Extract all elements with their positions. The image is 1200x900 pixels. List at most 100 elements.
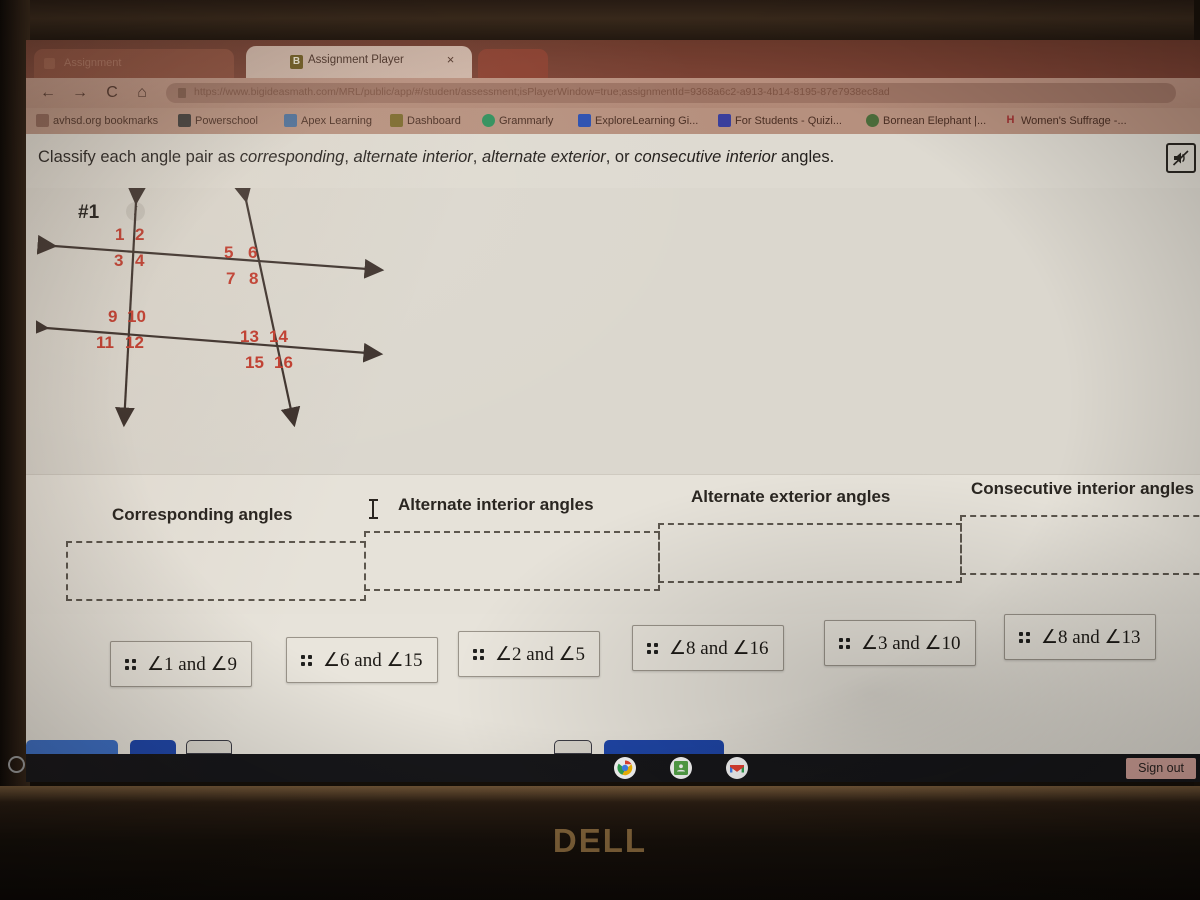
angle-label-3: 3 bbox=[114, 251, 123, 270]
background-tab-favicon bbox=[44, 58, 55, 69]
term-alternate-exterior: alternate exterior bbox=[481, 148, 606, 166]
answer-tile-tray: ∠1 and ∠9 ∠6 and ∠15 ∠2 and ∠5 ∠8 and ∠1… bbox=[26, 614, 1200, 754]
tile-8-and-13[interactable]: ∠8 and ∠13 bbox=[1004, 614, 1156, 660]
chrome-icon[interactable] bbox=[614, 757, 636, 779]
dropzone-alternate-interior[interactable] bbox=[364, 531, 660, 591]
window-preview-4[interactable] bbox=[554, 740, 592, 754]
bookmarks-bar: avhsd.org bookmarks Powerschool Apex Lea… bbox=[26, 108, 1200, 134]
tile-label: ∠2 and ∠5 bbox=[495, 643, 585, 665]
active-tab-title: Assignment Player bbox=[308, 54, 404, 66]
bookmark-powerschool[interactable]: Powerschool bbox=[178, 112, 258, 130]
window-preview-2[interactable] bbox=[130, 740, 176, 754]
background-tab[interactable]: Assignment bbox=[34, 49, 234, 78]
angle-label-4: 4 bbox=[135, 251, 145, 270]
text-cursor bbox=[369, 499, 378, 519]
bookmark-bornean-elephant[interactable]: Bornean Elephant |... bbox=[866, 112, 986, 130]
bookmark-apex-learning[interactable]: Apex Learning bbox=[284, 112, 372, 130]
drag-handle-icon[interactable] bbox=[301, 654, 312, 666]
history-icon: H bbox=[1004, 114, 1017, 127]
tile-8-and-16[interactable]: ∠8 and ∠16 bbox=[632, 625, 784, 671]
dashboard-icon bbox=[390, 114, 403, 127]
drag-handle-icon[interactable] bbox=[125, 658, 136, 670]
bigideasmath-favicon: B bbox=[290, 55, 303, 69]
tile-3-and-10[interactable]: ∠3 and ∠10 bbox=[824, 620, 976, 666]
prompt-suffix: angles. bbox=[776, 148, 835, 166]
bookmark-womens-suffrage[interactable]: H Women's Suffrage -... bbox=[1004, 112, 1127, 130]
chromeos-shelf: Sign out bbox=[26, 740, 1200, 782]
bookmark-quizizz[interactable]: For Students - Quizi... bbox=[718, 112, 842, 130]
tile-label: ∠6 and ∠15 bbox=[323, 649, 423, 671]
close-icon[interactable]: × bbox=[443, 53, 458, 68]
speaker-muted-icon[interactable] bbox=[1166, 143, 1196, 173]
reload-icon[interactable]: C bbox=[102, 83, 122, 103]
dell-logo: DELL bbox=[552, 822, 648, 859]
dropzone-consecutive-interior[interactable] bbox=[960, 515, 1200, 575]
drag-handle-icon[interactable] bbox=[647, 642, 658, 654]
bookmark-grammarly[interactable]: Grammarly bbox=[482, 112, 553, 130]
bookmark-label: Grammarly bbox=[499, 115, 554, 127]
question-prompt-bar: Classify each angle pair as correspondin… bbox=[26, 134, 1200, 188]
bookmark-label: avhsd.org bookmarks bbox=[53, 115, 159, 127]
drag-handle-icon[interactable] bbox=[839, 637, 850, 649]
category-title-consecutive-interior: Consecutive interior angles bbox=[971, 479, 1194, 498]
term-corresponding: corresponding bbox=[239, 148, 345, 166]
forward-icon[interactable]: → bbox=[70, 83, 90, 103]
angle-label-15: 15 bbox=[245, 353, 264, 372]
bookmark-dashboard[interactable]: Dashboard bbox=[390, 112, 461, 130]
line-upper-parallel bbox=[36, 234, 385, 279]
bookmark-label: Powerschool bbox=[195, 115, 258, 127]
window-preview-3[interactable] bbox=[186, 740, 232, 754]
address-bar[interactable]: https://www.bigideasmath.com/MRL/public/… bbox=[166, 83, 1176, 103]
chromebook-screen: Assignment B Assignment Player × ← → C ⌂… bbox=[26, 40, 1200, 782]
bookmark-label: Bornean Elephant |... bbox=[883, 115, 987, 127]
tile-label: ∠8 and ∠13 bbox=[1041, 626, 1141, 648]
dropzone-corresponding[interactable] bbox=[66, 541, 366, 601]
diagram-panel: #1 i 1 bbox=[26, 188, 1200, 506]
window-preview-5[interactable] bbox=[604, 740, 724, 754]
apex-learning-icon bbox=[284, 114, 297, 127]
bookmark-label: Women's Suffrage -... bbox=[1021, 115, 1127, 127]
angle-label-13: 13 bbox=[240, 327, 259, 346]
tile-2-and-5[interactable]: ∠2 and ∠5 bbox=[458, 631, 600, 677]
background-tab-2[interactable] bbox=[478, 49, 548, 78]
bookmark-label: Dashboard bbox=[407, 115, 461, 127]
window-preview-1[interactable] bbox=[26, 740, 118, 754]
angle-label-1: 1 bbox=[115, 225, 124, 244]
prompt-sep-2: , bbox=[472, 148, 482, 166]
term-alternate-interior: alternate interior bbox=[353, 148, 473, 166]
gmail-icon[interactable] bbox=[726, 757, 748, 779]
angle-label-7: 7 bbox=[226, 269, 235, 288]
angle-label-8: 8 bbox=[249, 269, 258, 288]
active-tab[interactable]: B Assignment Player × bbox=[246, 46, 472, 78]
prompt-sep-3: , or bbox=[605, 148, 635, 166]
home-icon[interactable]: ⌂ bbox=[132, 83, 152, 103]
angle-label-16: 16 bbox=[274, 353, 293, 372]
drag-handle-icon[interactable] bbox=[473, 648, 484, 660]
sign-out-button[interactable]: Sign out bbox=[1126, 758, 1196, 779]
bookmark-label: Apex Learning bbox=[301, 115, 372, 127]
angle-label-9: 9 bbox=[108, 307, 117, 326]
tile-6-and-15[interactable]: ∠6 and ∠15 bbox=[286, 637, 438, 683]
back-icon[interactable]: ← bbox=[38, 83, 58, 103]
tile-1-and-9[interactable]: ∠1 and ∠9 bbox=[110, 641, 252, 687]
explorelearning-icon bbox=[578, 114, 591, 127]
bookmark-label: For Students - Quizi... bbox=[735, 115, 842, 127]
browser-toolbar: ← → C ⌂ https://www.bigideasmath.com/MRL… bbox=[26, 78, 1200, 108]
drag-handle-icon[interactable] bbox=[1019, 631, 1030, 643]
angle-label-2: 2 bbox=[135, 225, 144, 244]
tile-label: ∠8 and ∠16 bbox=[669, 637, 769, 659]
angle-label-6: 6 bbox=[248, 243, 257, 262]
address-bar-url: https://www.bigideasmath.com/MRL/public/… bbox=[194, 86, 890, 98]
background-tab-title: Assignment bbox=[64, 57, 122, 69]
term-consecutive-interior: consecutive interior bbox=[634, 148, 777, 166]
power-button[interactable] bbox=[8, 756, 25, 773]
dropzone-alternate-exterior[interactable] bbox=[658, 523, 962, 583]
grammarly-icon bbox=[482, 114, 495, 127]
tile-label: ∠3 and ∠10 bbox=[861, 632, 961, 654]
prompt-sep-1: , bbox=[344, 148, 354, 166]
angle-label-14: 14 bbox=[269, 327, 288, 346]
bookmark-explorelearning[interactable]: ExploreLearning Gi... bbox=[578, 112, 698, 130]
classroom-icon[interactable] bbox=[670, 757, 692, 779]
bookmark-avhsd[interactable]: avhsd.org bookmarks bbox=[36, 112, 158, 130]
category-band: Corresponding angles Alternate interior … bbox=[26, 474, 1200, 614]
